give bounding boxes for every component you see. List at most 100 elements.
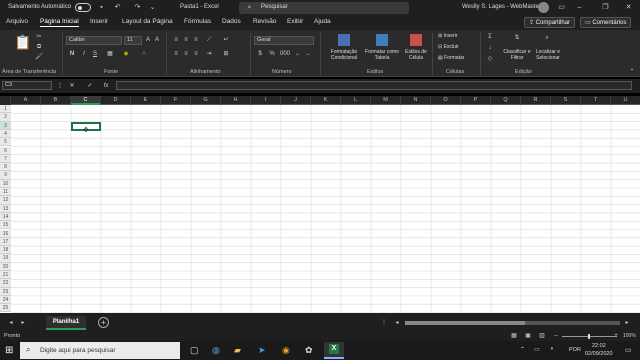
app-icon[interactable]: ✿ [305,345,313,356]
indent-icon[interactable]: ⇥ [205,50,213,58]
column-header[interactable]: A [11,96,41,105]
comments-button[interactable]: ▭ Comentários [580,17,632,28]
column-header[interactable]: L [341,96,371,105]
row-header[interactable]: 21 [0,271,11,280]
formula-input[interactable] [116,81,632,90]
align-center-icon[interactable]: ≡ [182,50,190,58]
tab-arquivo[interactable]: Arquivo [6,18,28,25]
tab-formulas[interactable]: Fórmulas [184,18,211,25]
page-break-icon[interactable]: ▥ [538,332,546,340]
autosum-icon[interactable]: Σ [486,33,494,41]
more-icon[interactable]: ⋮ [56,82,64,90]
excel-taskbar-button[interactable]: X [324,342,344,359]
font-size-select[interactable]: 11 [124,36,142,45]
collapse-ribbon-icon[interactable]: ⌃ [628,68,636,76]
copy-icon[interactable]: ⧉ [35,43,43,51]
percent-icon[interactable]: % [268,50,276,58]
name-box[interactable]: C3 [2,81,52,90]
tab-ajuda[interactable]: Ajuda [314,18,331,25]
spreadsheet-grid[interactable]: 1 2 3 4 5 6 7 8 9 10 11 12 13 14 15 16 17 18 19 20 21 22 23 24 2… [0,105,640,313]
underline-icon[interactable]: S [91,50,99,58]
column-header[interactable]: C [71,96,101,105]
decrease-decimal-icon[interactable]: → [304,50,312,58]
number-format-select[interactable]: Geral [254,36,314,45]
row-header[interactable]: 25 [0,304,11,313]
column-header[interactable]: P [461,96,491,105]
taskbar-search-input[interactable]: ⌕ Digite aqui para pesquisar [20,342,180,359]
increase-decimal-icon[interactable]: ← [294,50,302,58]
volume-icon[interactable]: ◖ [550,346,554,352]
sort-filter-button[interactable]: Classificar e Filtrar [500,49,534,61]
format-table-icon[interactable] [376,34,388,46]
cut-icon[interactable]: ✂ [35,33,43,41]
close-icon[interactable]: ✕ [624,3,633,12]
tab-pagina-inicial[interactable]: Página Inicial [40,18,79,27]
search-input[interactable]: ⌕ Pesquisar [239,2,409,14]
zoom-out-icon[interactable]: – [552,332,560,340]
tab-inserir[interactable]: Inserir [90,18,108,25]
row-header[interactable]: 16 [0,229,11,238]
column-header[interactable]: J [281,96,311,105]
delete-cells-button[interactable]: ⊟ Excluir [438,44,459,50]
column-header[interactable]: Q [491,96,521,105]
ribbon-options-icon[interactable]: ▭ [557,3,566,12]
row-header[interactable]: 1 [0,105,11,114]
insert-function-icon[interactable]: fx [102,82,110,90]
borders-icon[interactable]: ▦ [106,50,114,58]
column-header[interactable]: N [401,96,431,105]
paste-icon[interactable]: 📋 [14,34,31,50]
edge-icon[interactable]: ◍ [212,345,220,356]
next-sheet-icon[interactable]: ▸ [19,319,27,327]
shrink-font-icon[interactable]: A [153,36,161,44]
sheet-tab-planilha1[interactable]: Planilha1 [46,316,86,330]
column-header[interactable]: E [131,96,161,105]
tab-dados[interactable]: Dados [222,18,241,25]
minimize-icon[interactable]: – [575,3,584,12]
row-header[interactable]: 3 [0,121,11,130]
font-color-icon[interactable]: A [140,50,148,58]
conditional-format-icon[interactable] [338,34,350,46]
row-header[interactable]: 24 [0,295,11,305]
row-header[interactable]: 6 [0,146,11,155]
format-cells-button[interactable]: ▤ Formatar [438,55,464,61]
tab-revisao[interactable]: Revisão [253,18,276,25]
cell-styles-icon[interactable] [410,34,422,46]
row-header[interactable]: 11 [0,188,11,197]
enter-icon[interactable]: ✓ [86,82,94,90]
row-header[interactable]: 9 [0,171,11,180]
align-middle-icon[interactable]: ≡ [182,36,190,44]
save-icon[interactable]: ▪ [97,3,106,12]
user-name[interactable]: Weslly S. Lages - WebMaster [462,4,541,10]
column-header[interactable]: S [551,96,581,105]
zoom-in-icon[interactable]: + [612,332,620,340]
row-header[interactable]: 23 [0,287,11,296]
cell-styles-button[interactable]: Estilos de Célula [400,49,432,61]
column-header[interactable]: U [611,96,640,105]
row-header[interactable]: 19 [0,254,11,263]
row-header[interactable]: 12 [0,196,11,205]
clock-date[interactable]: 02/09/2020 [585,351,613,357]
windows-start-icon[interactable]: ⊞ [5,345,13,356]
column-header[interactable]: G [191,96,221,105]
tab-exibir[interactable]: Exibir [287,18,303,25]
format-painter-icon[interactable]: 🖌 [35,53,43,61]
share-button[interactable]: ⇪ Compartilhar [524,17,576,28]
row-header[interactable]: 7 [0,154,11,164]
network-icon[interactable]: ▭ [534,346,540,353]
column-header[interactable]: F [161,96,191,105]
row-header[interactable]: 4 [0,129,11,139]
normal-view-icon[interactable]: ▦ [510,332,518,340]
column-header[interactable]: I [251,96,281,105]
tab-layout[interactable]: Layout da Página [122,18,173,25]
redo-icon[interactable]: ↷ [133,3,142,12]
page-layout-icon[interactable]: ▣ [524,332,532,340]
chrome-icon[interactable]: ◉ [282,345,290,356]
customize-toolbar-icon[interactable]: ⌄ [148,3,157,12]
cancel-icon[interactable]: ✕ [68,82,76,90]
row-header[interactable]: 8 [0,163,11,172]
sheet-scroll-icon[interactable]: ⋮ [380,319,388,327]
scrollbar-thumb[interactable] [405,321,525,325]
italic-icon[interactable]: I [80,50,88,58]
telegram-icon[interactable]: ➤ [258,345,266,356]
merge-center-icon[interactable]: ⊞ [222,50,230,58]
